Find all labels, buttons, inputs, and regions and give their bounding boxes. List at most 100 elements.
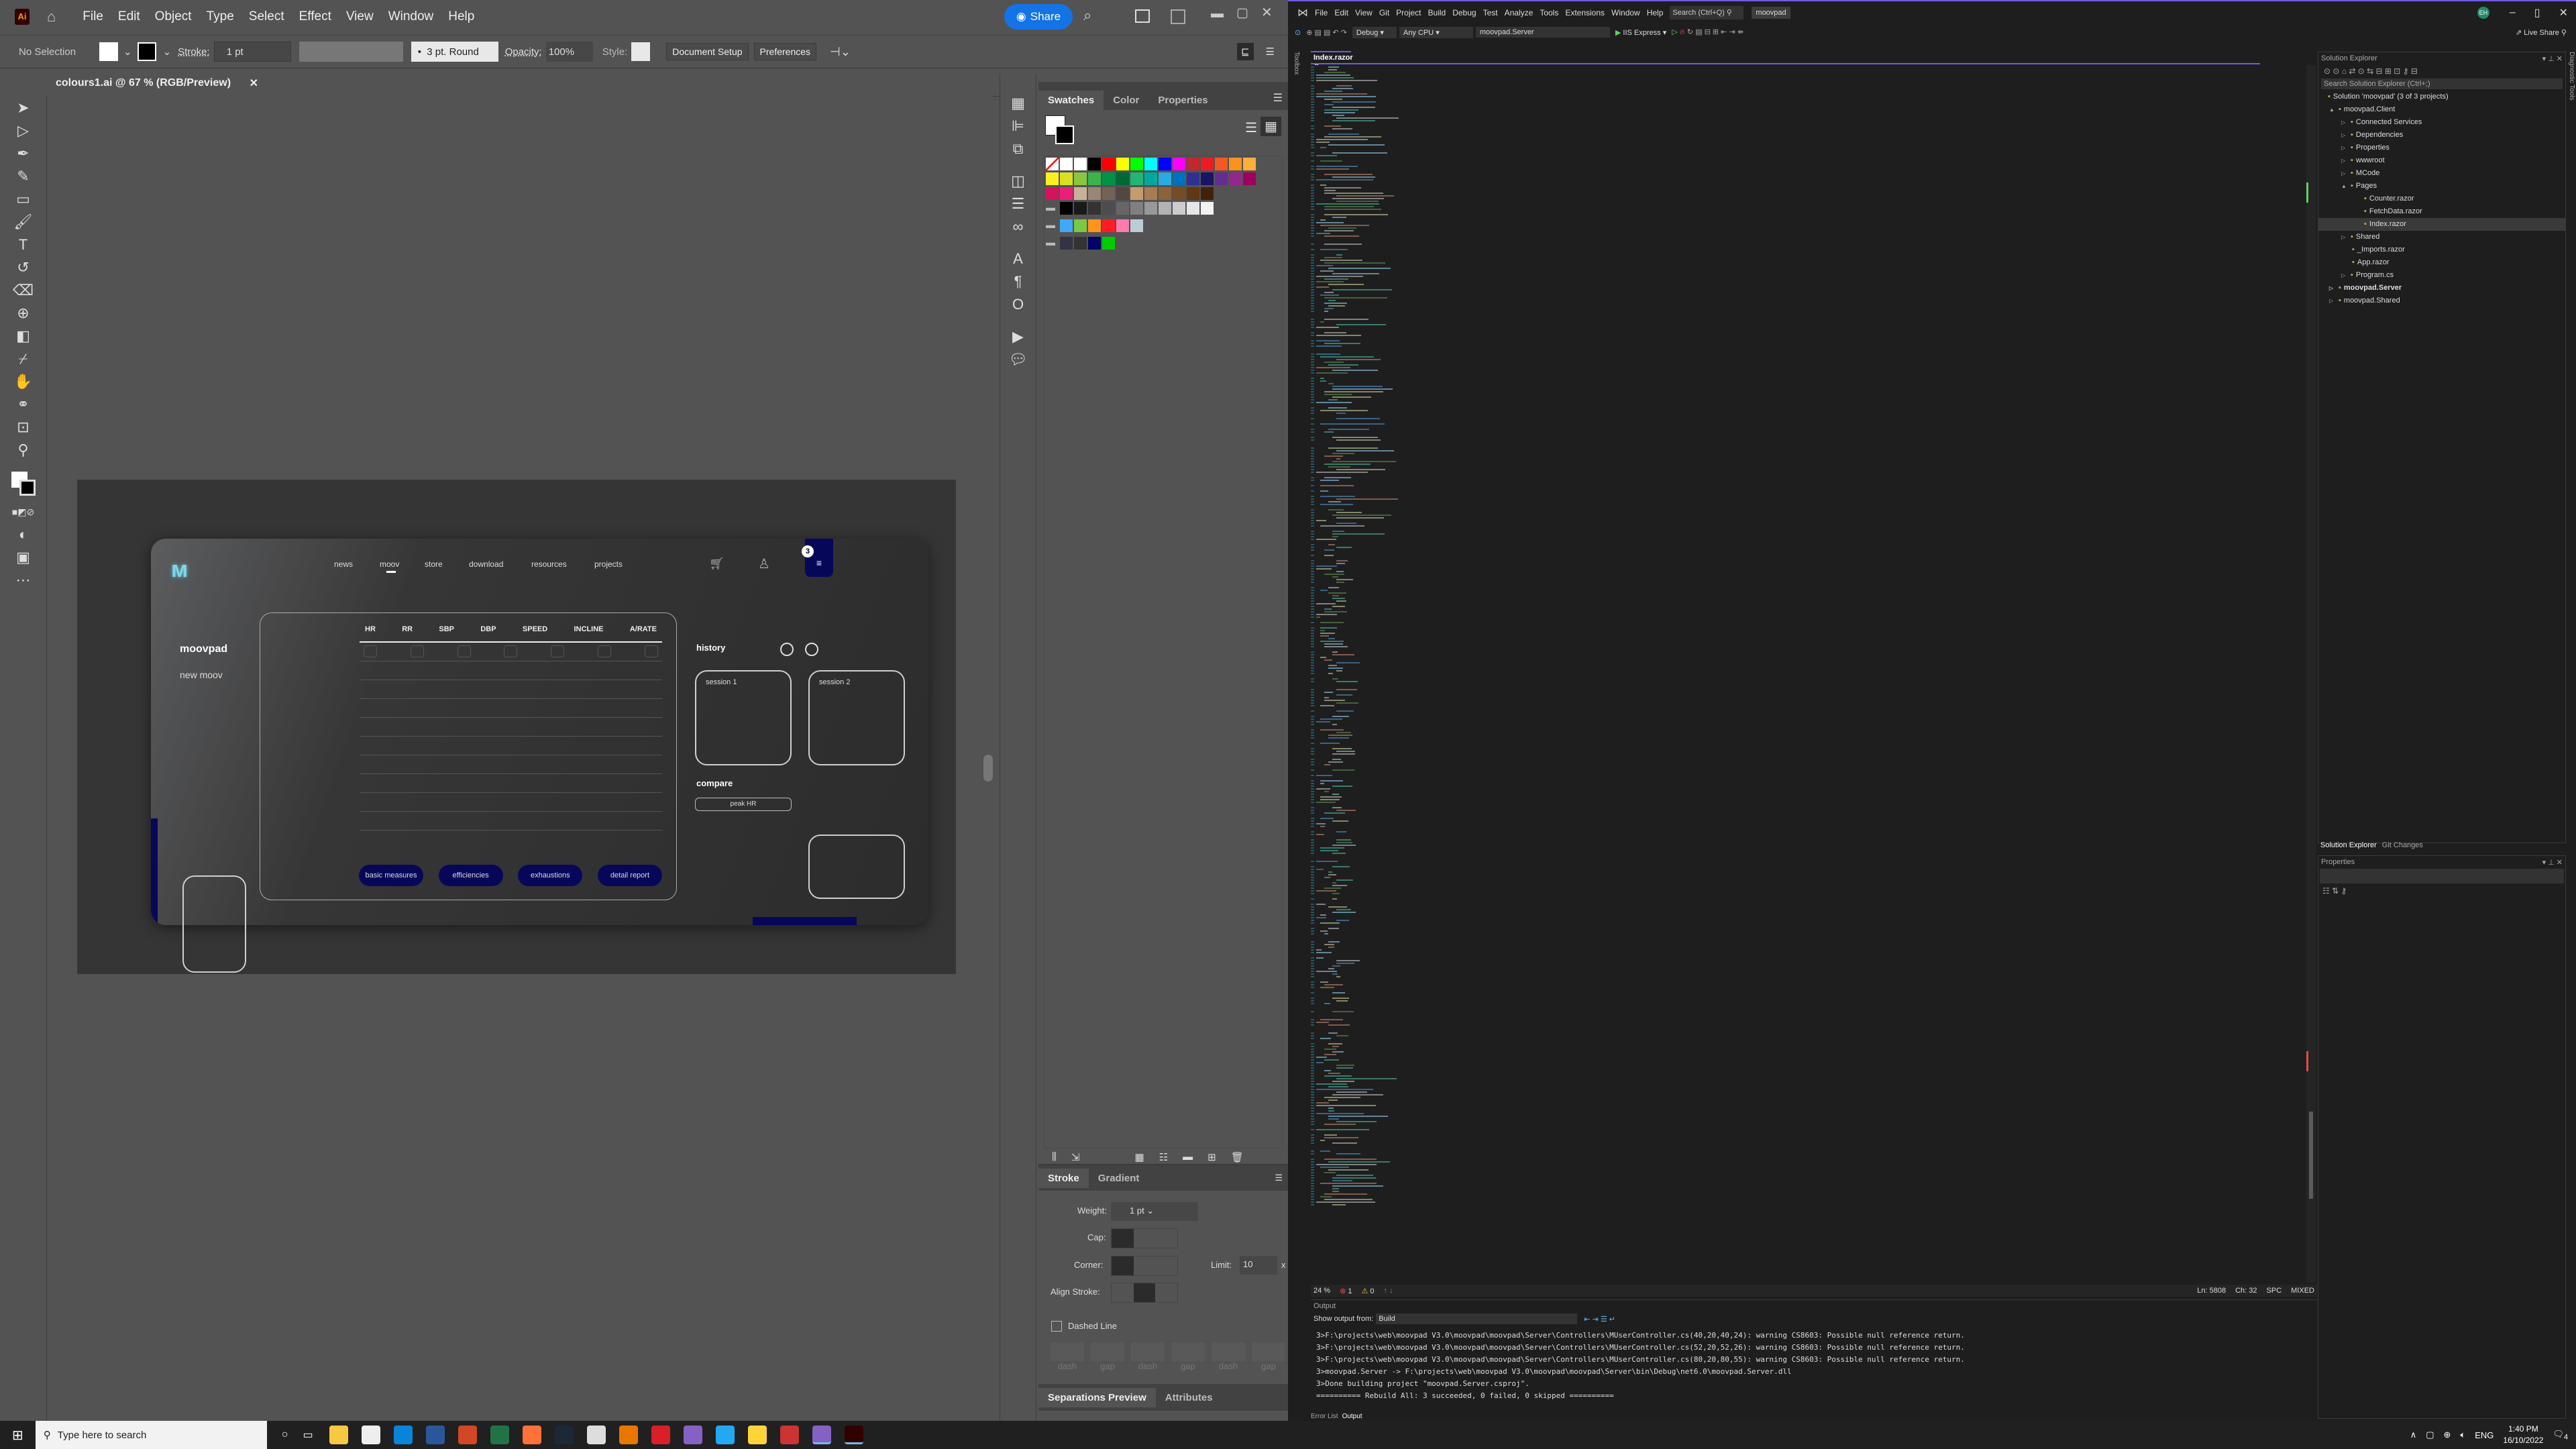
swatch[interactable] [1144,187,1157,200]
swatch[interactable] [1173,158,1185,170]
swatch[interactable] [1187,172,1199,185]
limit-field[interactable]: 10 [1240,1256,1277,1275]
artboard-tool-icon[interactable]: ⊡ [10,417,37,438]
swatch-none[interactable] [1046,158,1059,170]
cap-buttons[interactable] [1111,1228,1178,1248]
screen-mode-icon[interactable]: ▣ [10,547,37,568]
nav-download[interactable]: download [469,559,503,569]
cortana-icon[interactable]: ○ [282,1429,288,1441]
swatch[interactable] [1229,172,1242,185]
tab-git-changes[interactable]: Git Changes [2382,841,2423,849]
show-kinds-icon[interactable]: ▦ [1134,1151,1144,1163]
libraries-icon[interactable]: ▦ [1005,93,1032,114]
stroke-swatch[interactable] [137,42,156,61]
editor-tab[interactable]: Index.razor ✕ [1311,51,1353,70]
swatch[interactable] [1088,187,1101,200]
nav-store[interactable]: store [425,559,443,569]
swatch[interactable] [1102,202,1115,215]
swatch[interactable] [1102,158,1115,170]
close-tab-icon[interactable]: ✕ [250,76,258,90]
firefox-icon[interactable] [522,1426,541,1444]
solution-item[interactable]: ▪ FetchData.razor [2318,205,2565,218]
expand-arrow-icon[interactable]: ▷ [2341,231,2351,244]
close-button[interactable]: ✕ [1261,4,1273,21]
new-moov-link[interactable]: new moov [180,669,223,680]
draw-mode-icon[interactable]: ◐ [10,524,37,545]
table-cell-input[interactable] [410,645,424,657]
paintbrush-tool-icon[interactable]: 🖌 [10,211,37,233]
swatch[interactable] [1074,158,1087,170]
excel-icon[interactable] [490,1426,509,1444]
expand-arrow-icon[interactable]: ▷ [2341,269,2351,282]
clock[interactable]: 1:40 PM 16/10/2022 [2503,1424,2543,1446]
swatch[interactable] [1201,158,1214,170]
swatch[interactable] [1187,158,1199,170]
swatch[interactable] [1144,172,1157,185]
toolbox-icon[interactable] [780,1426,799,1444]
visual-studio-icon[interactable] [683,1426,702,1444]
gradient-tool-icon[interactable]: ◧ [10,325,37,347]
language-indicator[interactable]: ENG [2475,1430,2493,1440]
swatch[interactable] [1159,172,1171,185]
session-card-1[interactable]: session 1 [695,670,792,765]
pin-close-icons[interactable]: ▾ ⊥ ✕ [2542,54,2563,63]
tab-separations-preview[interactable]: Separations Preview [1038,1387,1156,1407]
opacity-label[interactable]: Opacity: [505,46,542,58]
vs-menu-extensions[interactable]: Extensions [1565,8,1605,17]
swatch[interactable] [1060,237,1073,250]
selection-tool-icon[interactable]: ➤ [10,97,37,119]
opentype-icon[interactable]: O [1005,294,1032,315]
swatch[interactable] [1060,219,1073,232]
expand-arrow-icon[interactable]: ▲ [2341,180,2351,193]
swatch[interactable] [1046,187,1059,200]
links-icon[interactable]: ∞ [1005,216,1032,237]
swatch[interactable] [1060,202,1073,215]
solution-item[interactable]: ▲ ▪ Pages [2318,180,2565,193]
code-editor[interactable] [1311,65,2253,1283]
brush-dropdown[interactable]: • 3 pt. Round [411,42,498,62]
swatch[interactable] [1088,158,1101,170]
swatch[interactable] [1074,172,1087,185]
swatch-libraries-icon[interactable]: ⫼ [1052,1151,1057,1163]
properties-object-dropdown[interactable] [2320,869,2564,883]
swatch[interactable] [1088,219,1101,232]
solution-item[interactable]: ▷ ▪ Properties [2318,142,2565,154]
menu-effect[interactable]: Effect [299,9,331,24]
toolbar-icons[interactable]: ⊕ ▤ ▤ ↶ ↷ [1306,28,1347,37]
swatch[interactable] [1102,187,1115,200]
startup-project-dropdown[interactable]: moovpad.Server [1475,27,1610,38]
user-icon[interactable]: ♙ [758,555,770,572]
swatch[interactable] [1159,187,1171,200]
expand-arrow-icon[interactable]: ▷ [2341,142,2351,154]
direct-selection-tool-icon[interactable]: ▷ [10,120,37,142]
platform-dropdown[interactable]: Any CPU ▾ [1399,26,1473,38]
design-button-exhaustions[interactable]: exhaustions [518,865,583,886]
swatch[interactable] [1215,172,1228,185]
vs-menu-project[interactable]: Project [1396,8,1421,17]
configuration-dropdown[interactable]: Debug ▾ [1352,26,1397,38]
swatch[interactable] [1201,202,1214,215]
opacity-field[interactable]: 100% [545,42,593,62]
menu-edit[interactable]: Edit [118,9,140,24]
network-icon[interactable]: ⊕ [2444,1430,2451,1440]
swatch[interactable] [1116,158,1129,170]
swatch[interactable] [1074,187,1087,200]
swatch[interactable] [1201,187,1214,200]
delete-swatch-icon[interactable]: 🗑︎ [1231,1151,1244,1163]
swatch[interactable] [1159,202,1171,215]
swatch[interactable] [1187,202,1199,215]
solution-item[interactable]: ▷ ▪ MCode [2318,167,2565,180]
output-source-dropdown[interactable]: Build [1376,1313,1578,1324]
list-view-icon[interactable]: ☰ [1245,119,1257,136]
tab-attributes[interactable]: Attributes [1156,1388,1222,1407]
vs-menu-git[interactable]: Git [1379,8,1389,17]
pen-tool-icon[interactable]: ✒ [10,143,37,164]
blend-tool-icon[interactable]: ⚭ [10,394,37,415]
vs-menu-file[interactable]: File [1315,8,1328,17]
swatch[interactable] [1201,172,1214,185]
design-button-efficiencies[interactable]: efficiencies [438,865,503,886]
swatch[interactable] [1229,158,1242,170]
output-log[interactable]: 3>F:\projects\web\moovpad V3.0\moovpad\m… [1311,1326,2317,1406]
expand-arrow-icon[interactable]: ▷ [2341,154,2351,167]
menu-view[interactable]: View [346,9,374,24]
